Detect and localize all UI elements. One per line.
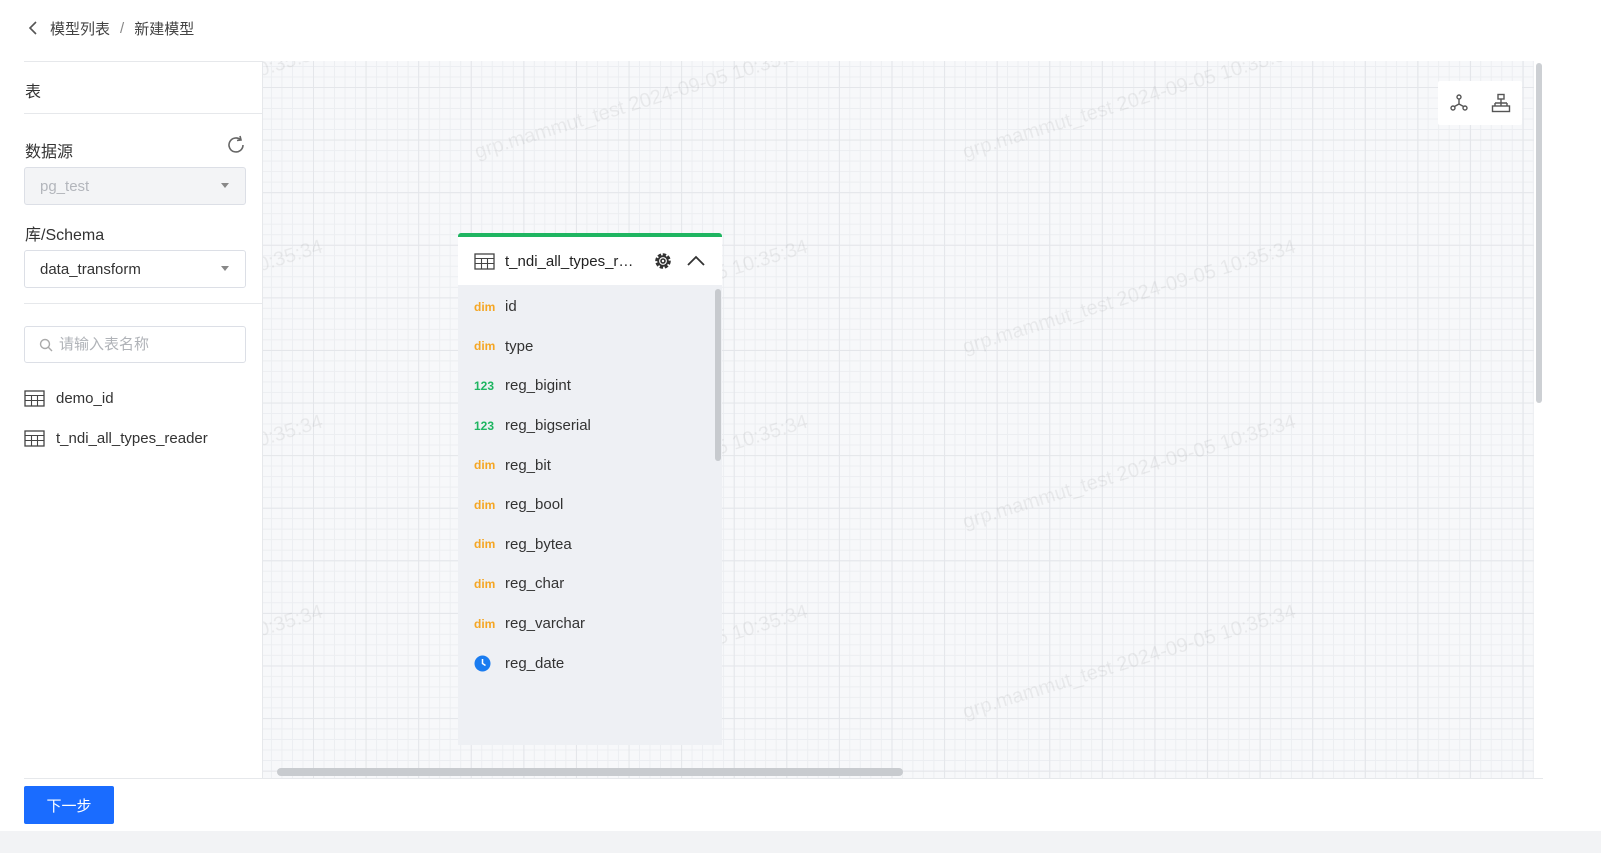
search-icon <box>39 338 53 351</box>
schema-value: data_transform <box>40 260 141 278</box>
scrollbar-thumb[interactable] <box>1536 63 1542 403</box>
table-list: demo_id t_ndi_all_types_reader <box>24 378 254 458</box>
field-name: reg_bigint <box>505 377 571 395</box>
field-row[interactable]: dim reg_char <box>458 564 722 604</box>
node-scrollbar[interactable] <box>715 289 721 461</box>
gear-icon[interactable] <box>652 250 674 272</box>
field-row[interactable]: dim reg_bool <box>458 485 722 525</box>
watermark: grp.mammut_test 2024-09-05 10:35:34 <box>262 235 326 358</box>
table-node-title: t_ndi_all_types_reader <box>505 252 637 270</box>
table-item-t-ndi-all-types-reader[interactable]: t_ndi_all_types_reader <box>24 418 254 458</box>
table-node[interactable]: t_ndi_all_types_reader dimiddimtype123re… <box>458 233 722 745</box>
watermark: grp.mammut_test 2024-09-05 10:35:34 <box>960 235 1299 359</box>
schema-select[interactable]: data_transform <box>24 250 246 288</box>
dimension-type-tag: dim <box>474 576 496 591</box>
table-item-label: t_ndi_all_types_reader <box>56 429 208 447</box>
divider <box>24 303 263 304</box>
dimension-type-tag: dim <box>474 616 496 631</box>
field-name: reg_char <box>505 575 565 593</box>
bottom-bar <box>0 831 1601 853</box>
field-name: reg_date <box>505 654 565 672</box>
sidebar: 表 数据源 pg_test 库/Schema data_transform de… <box>24 61 263 794</box>
field-name: type <box>505 337 534 355</box>
datasource-label: 数据源 <box>25 144 74 161</box>
field-row[interactable]: 123 reg_bigint <box>458 366 722 406</box>
table-search <box>24 326 246 363</box>
field-row[interactable]: dim reg_bytea <box>458 525 722 565</box>
field-name: id <box>505 298 517 316</box>
divider <box>24 778 1543 779</box>
field-list: dim id dim type 123 reg_bigint 123 reg_bigseria… <box>458 285 722 683</box>
field-row[interactable]: 123 reg_bigserial <box>458 406 722 446</box>
tree-layout-button[interactable] <box>1486 88 1516 118</box>
dimension-type-tag: dim <box>474 537 496 552</box>
watermark: grp.mammut_test 2024-09-05 10:35:34 <box>472 61 811 164</box>
divider <box>24 113 263 114</box>
table-icon <box>24 389 45 407</box>
tab-table[interactable]: 表 <box>25 78 41 102</box>
schema-label: 库/Schema <box>25 227 105 244</box>
clock-icon <box>474 655 505 672</box>
auto-layout-button[interactable] <box>1444 88 1474 118</box>
field-name: reg_bool <box>505 496 564 514</box>
watermark: grp.mammut_test 2024-09-05 10:35:34 <box>960 410 1299 534</box>
dimension-type-tag: dim <box>474 497 496 512</box>
watermark: grp.mammut_test 2024-09-05 10:35:34 <box>262 410 326 533</box>
caret-down-icon <box>221 266 229 271</box>
field-name: reg_varchar <box>505 615 586 633</box>
breadcrumb-model-list[interactable]: 模型列表 <box>50 18 110 39</box>
hierarchy-icon <box>1491 93 1511 113</box>
dimension-type-tag: dim <box>474 458 496 473</box>
datasource-value: pg_test <box>40 177 90 195</box>
watermark: grp.mammut_test 2024-09-05 10:35:34 <box>960 61 1299 164</box>
field-row[interactable]: reg_date <box>458 643 722 683</box>
watermark: grp.mammut_test 2024-09-05 10:35:34 <box>262 600 326 723</box>
back-icon[interactable] <box>24 18 44 38</box>
caret-down-icon <box>221 183 229 188</box>
table-icon <box>24 429 45 447</box>
numeric-type-tag: 123 <box>474 378 495 393</box>
dimension-type-tag: dim <box>474 299 496 314</box>
field-name: reg_bigserial <box>505 417 591 435</box>
numeric-type-tag: 123 <box>474 418 495 433</box>
chevron-up-icon[interactable] <box>685 250 707 272</box>
watermark: grp.mammut_test 2024-09-05 10:35:34 <box>960 600 1299 724</box>
field-row[interactable]: dim type <box>458 327 722 367</box>
breadcrumb: 模型列表 / 新建模型 <box>24 16 194 40</box>
table-search-input[interactable] <box>59 336 239 353</box>
field-row[interactable]: dim reg_varchar <box>458 604 722 644</box>
field-name: reg_bytea <box>505 535 572 553</box>
next-step-button[interactable]: 下一步 <box>24 786 114 824</box>
table-icon <box>474 252 495 270</box>
vertical-scrollbar[interactable] <box>1534 61 1543 778</box>
canvas-toolbar <box>1438 81 1522 125</box>
horizontal-scrollbar[interactable] <box>277 768 903 776</box>
table-node-header[interactable]: t_ndi_all_types_reader <box>458 237 722 285</box>
table-item-demo-id[interactable]: demo_id <box>24 378 254 418</box>
watermark: grp.mammut_test 2024-09-05 10:35:34 <box>262 61 326 163</box>
dimension-type-tag: dim <box>474 339 496 354</box>
field-row[interactable]: dim reg_bit <box>458 445 722 485</box>
model-canvas[interactable]: grp.mammut_test 2024-09-05 10:35:34 grp.… <box>262 61 1543 778</box>
table-item-label: demo_id <box>56 389 114 407</box>
breadcrumb-separator: / <box>120 19 125 37</box>
graph-icon <box>1450 94 1468 111</box>
refresh-icon[interactable] <box>225 134 247 156</box>
field-name: reg_bit <box>505 456 551 474</box>
breadcrumb-current: 新建模型 <box>134 20 195 38</box>
datasource-select: pg_test <box>24 167 246 205</box>
field-row[interactable]: dim id <box>458 287 722 327</box>
